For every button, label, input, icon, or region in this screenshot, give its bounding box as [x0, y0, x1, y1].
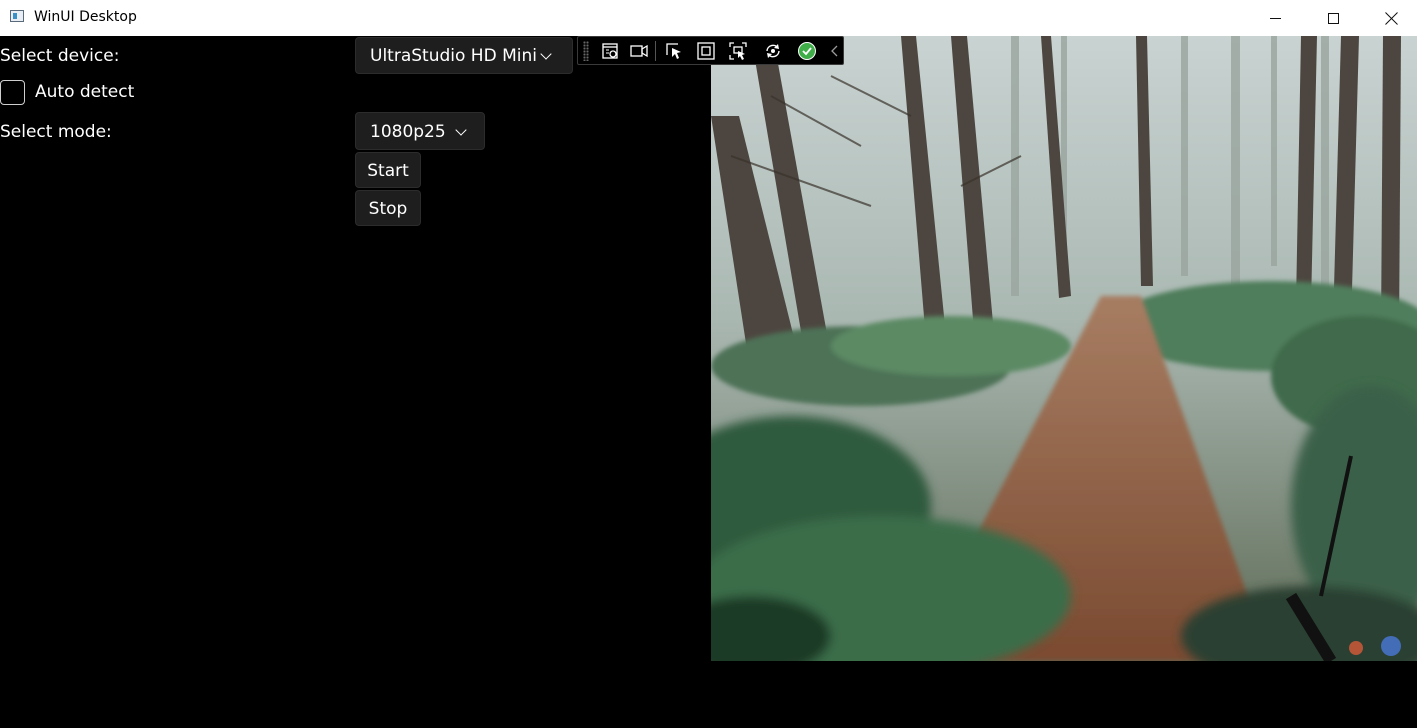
toolbar-grip[interactable] [583, 41, 589, 61]
select-element-icon[interactable] [664, 41, 684, 61]
maximize-icon [1327, 12, 1339, 24]
auto-detect-label[interactable]: Auto detect [35, 82, 134, 102]
show-in-app-toolbar-icon[interactable] [629, 41, 649, 61]
device-combobox[interactable]: UltraStudio HD Mini [355, 37, 573, 74]
hot-reload-icon[interactable] [763, 41, 783, 61]
mode-combobox[interactable]: 1080p25 [355, 112, 485, 150]
xaml-debug-toolbar [577, 36, 844, 65]
maximize-button[interactable] [1304, 0, 1362, 36]
collapse-toolbar-chevron-icon[interactable] [825, 41, 845, 61]
track-focused-element-icon[interactable] [728, 41, 748, 61]
minimize-button[interactable] [1246, 0, 1304, 36]
stop-button[interactable]: Stop [355, 190, 421, 226]
device-combobox-value: UltraStudio HD Mini [370, 46, 537, 66]
toolbar-separator [655, 41, 656, 61]
go-to-live-visual-tree-icon[interactable] [600, 41, 620, 61]
minimize-icon [1269, 17, 1281, 19]
close-button[interactable] [1362, 0, 1417, 36]
chevron-down-icon [455, 124, 467, 136]
mode-combobox-value: 1080p25 [370, 122, 446, 142]
title-bar: WinUI Desktop [0, 0, 1417, 36]
select-mode-label: Select mode: [0, 122, 112, 142]
start-button[interactable]: Start [355, 152, 421, 188]
window-title: WinUI Desktop [34, 9, 137, 25]
select-device-label: Select device: [0, 46, 120, 66]
auto-detect-checkbox[interactable] [0, 80, 25, 105]
hot-reload-status-check-icon[interactable] [797, 41, 817, 61]
video-preview [711, 36, 1417, 661]
close-icon [1385, 12, 1398, 25]
chevron-down-icon [540, 48, 552, 60]
display-layout-adorners-icon[interactable] [696, 41, 716, 61]
forest-trail-image [711, 36, 1417, 661]
app-icon [10, 10, 24, 22]
